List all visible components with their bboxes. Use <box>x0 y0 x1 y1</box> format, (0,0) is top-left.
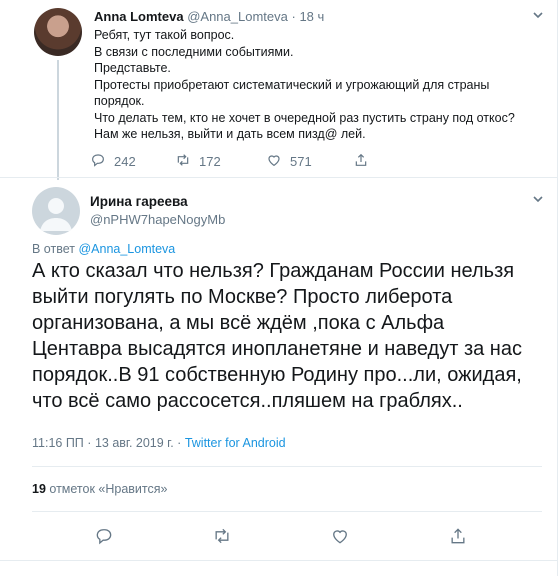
likes-summary[interactable]: 19 отметок «Нравится» <box>32 482 167 496</box>
parent-action-bar: 242 172 571 <box>90 152 530 172</box>
divider <box>32 511 542 512</box>
tweet-thread: Anna Lomteva @Anna_Lomteva · 18 ч Ребят,… <box>0 0 558 576</box>
parent-avatar[interactable] <box>34 8 82 56</box>
main-display-name[interactable]: Ирина гареева <box>90 194 188 209</box>
parent-time-separator: · <box>291 9 296 24</box>
main-handle[interactable]: @nPHW7hapeNogyMb <box>90 212 225 227</box>
main-tweet-text: А кто сказал что нельзя? Гражданам Росси… <box>32 258 547 414</box>
likes-count: 19 <box>32 482 46 496</box>
parent-handle[interactable]: @Anna_Lomteva <box>187 9 288 24</box>
parent-tweet-text: Ребят, тут такой вопрос. В связи с после… <box>94 27 544 143</box>
parent-reply-button[interactable]: 242 <box>90 152 136 171</box>
reply-prefix: В ответ <box>32 242 75 256</box>
main-text-line: порядок..В 91 собственную Родину про...л… <box>32 364 522 386</box>
parent-like-button[interactable]: 571 <box>266 152 312 171</box>
parent-timestamp[interactable]: 18 ч <box>299 9 324 24</box>
divider <box>0 177 557 178</box>
default-avatar-icon <box>32 198 80 235</box>
parent-text-line: В связи с последними событиями. <box>94 44 294 59</box>
share-icon <box>353 152 369 171</box>
main-like-button[interactable] <box>330 526 350 551</box>
like-icon <box>266 152 282 171</box>
thread-connector-line <box>57 60 59 180</box>
share-icon <box>448 528 468 550</box>
tweet-time[interactable]: 11:16 ПП <box>32 436 84 450</box>
parent-retweet-button[interactable]: 172 <box>175 152 221 171</box>
parent-reply-count: 242 <box>114 154 136 169</box>
divider <box>0 560 557 561</box>
like-icon <box>330 530 350 550</box>
parent-like-count: 571 <box>290 154 312 169</box>
parent-tweet-header: Anna Lomteva @Anna_Lomteva · 18 ч <box>94 9 324 24</box>
likes-label: отметок «Нравится» <box>49 482 168 496</box>
main-retweet-button[interactable] <box>212 526 232 551</box>
tweet-date[interactable]: 13 авг. 2019 г. <box>95 436 174 450</box>
main-share-button[interactable] <box>448 526 468 551</box>
reply-icon <box>94 529 114 550</box>
tweet-metadata: 11:16 ПП · 13 авг. 2019 г. · Twitter for… <box>32 436 286 450</box>
retweet-icon <box>212 528 232 550</box>
main-reply-button[interactable] <box>94 526 114 551</box>
main-text-line: Центавра высадятся инопланетяне и наведу… <box>32 338 522 360</box>
chevron-down-icon[interactable] <box>532 9 544 24</box>
main-text-line: что всё само рассосется..пляшем на грабл… <box>32 390 463 412</box>
main-action-bar <box>0 526 557 550</box>
parent-text-line: порядок. <box>94 94 145 108</box>
reply-handle-link[interactable]: @Anna_Lomteva <box>78 242 175 256</box>
parent-text-line: Нам же нельзя, выйти и дать всем пизд@ л… <box>94 127 366 141</box>
parent-retweet-count: 172 <box>199 154 221 169</box>
main-text-line: организована, а мы всё ждём ,пока с Альф… <box>32 312 445 334</box>
reply-context: В ответ @Anna_Lomteva <box>32 242 175 256</box>
tweet-source-link[interactable]: Twitter for Android <box>185 436 286 450</box>
parent-text-line: Что делать тем, кто не хочет в очередной… <box>94 110 515 125</box>
main-text-line: выйти погулять по Москве? Просто либерот… <box>32 286 453 308</box>
retweet-icon <box>175 152 191 171</box>
parent-tweet[interactable]: Anna Lomteva @Anna_Lomteva · 18 ч Ребят,… <box>0 0 557 180</box>
meta-separator: · <box>87 436 92 450</box>
main-avatar[interactable] <box>32 187 80 235</box>
parent-display-name[interactable]: Anna Lomteva <box>94 9 184 24</box>
main-text-line: А кто сказал что нельзя? Гражданам Росси… <box>32 260 515 282</box>
meta-separator: · <box>177 436 182 450</box>
reply-icon <box>90 152 106 171</box>
parent-text-line: Ребят, тут такой вопрос. <box>94 28 235 42</box>
parent-share-button[interactable] <box>353 152 369 171</box>
parent-text-line: Представьте. <box>94 61 171 75</box>
parent-text-line: Протесты приобретают систематический и у… <box>94 77 490 92</box>
divider <box>32 466 542 467</box>
chevron-down-icon[interactable] <box>532 193 544 208</box>
